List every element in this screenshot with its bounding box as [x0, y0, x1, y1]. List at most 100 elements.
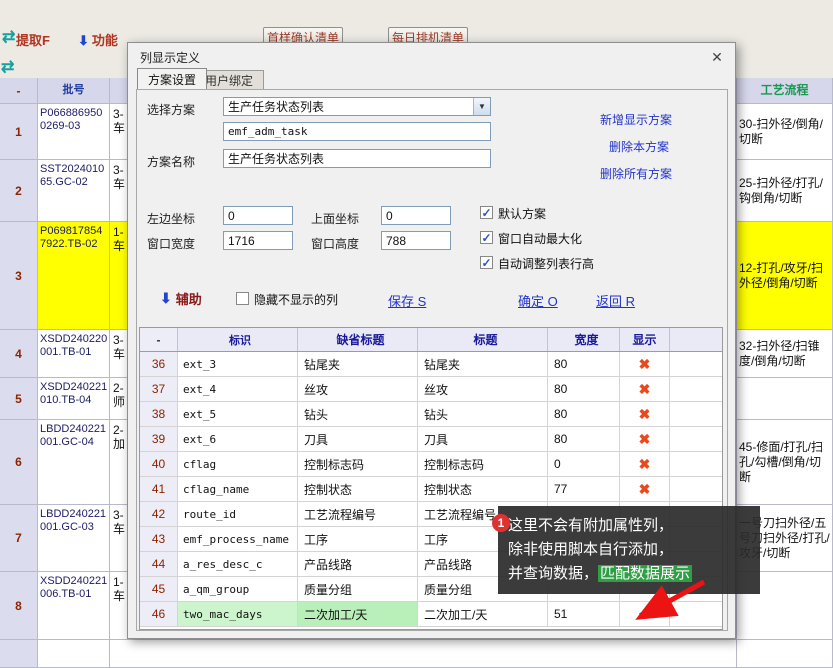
hide-hidden-columns-checkbox[interactable]: 隐藏不显示的列: [236, 291, 338, 308]
swap-icon[interactable]: ⇄: [2, 27, 15, 47]
grid-cell-id[interactable]: route_id: [178, 502, 298, 526]
grid-cell-default-title[interactable]: 钻尾夹: [298, 352, 418, 376]
grid-row[interactable]: 38 ext_5 钻头 钻头 80 ✖: [140, 402, 722, 427]
grid-cell-id[interactable]: a_qm_group: [178, 577, 298, 601]
auto-rowheight-checkbox[interactable]: ✓ 自动调整列表行高: [480, 255, 594, 272]
grid-cell-width[interactable]: 0: [548, 452, 620, 476]
left-coord-field[interactable]: 0: [223, 206, 293, 225]
grid-cell-default-title[interactable]: 钻头: [298, 402, 418, 426]
show-x-icon[interactable]: ✖: [620, 477, 670, 501]
scheme-name-field[interactable]: 生产任务状态列表: [223, 149, 491, 168]
auto-maximize-checkbox[interactable]: ✓ 窗口自动最大化: [480, 230, 582, 247]
function-button[interactable]: ⬇功能: [78, 30, 118, 49]
back-link[interactable]: 返回 R: [596, 291, 635, 310]
tab-scheme-settings[interactable]: 方案设置: [137, 68, 207, 89]
process-cell: [737, 378, 833, 419]
show-x-icon[interactable]: ✖: [620, 377, 670, 401]
grid-header-default-title[interactable]: 缺省标题: [298, 328, 418, 351]
grid-cell-width[interactable]: 51: [548, 602, 620, 626]
add-scheme-link[interactable]: 新增显示方案: [600, 111, 672, 128]
checkbox-check-icon: ✓: [480, 256, 493, 269]
show-x-icon[interactable]: ✖: [620, 452, 670, 476]
hide-hidden-columns-label: 隐藏不显示的列: [254, 291, 338, 308]
grid-cell-title[interactable]: 钻尾夹: [418, 352, 548, 376]
show-x-icon[interactable]: ✖: [620, 352, 670, 376]
grid-cell-width[interactable]: 80: [548, 402, 620, 426]
grid-cell-id[interactable]: emf_process_name: [178, 527, 298, 551]
grid-cell-title[interactable]: 控制状态: [418, 477, 548, 501]
grid-row[interactable]: 40 cflag 控制标志码 控制标志码 0 ✖: [140, 452, 722, 477]
splitter-icon[interactable]: ⇄: [1, 57, 14, 77]
chevron-down-icon[interactable]: ▼: [473, 98, 490, 115]
grid-row[interactable]: 39 ext_6 刀具 刀具 80 ✖: [140, 427, 722, 452]
header-process[interactable]: 工艺流程: [737, 78, 833, 103]
grid-header-width[interactable]: 宽度: [548, 328, 620, 351]
grid-cell-width[interactable]: 80: [548, 377, 620, 401]
grid-row-number: 41: [140, 477, 178, 501]
grid-cell-id[interactable]: ext_4: [178, 377, 298, 401]
ok-link[interactable]: 确定 O: [518, 291, 558, 310]
grid-cell-width[interactable]: 80: [548, 352, 620, 376]
show-x-icon[interactable]: ✖: [620, 427, 670, 451]
grid-cell-title[interactable]: 二次加工/天: [418, 602, 548, 626]
top-coord-field[interactable]: 0: [381, 206, 451, 225]
grid-cell-default-title[interactable]: 二次加工/天: [298, 602, 418, 626]
grid-cell-default-title[interactable]: 工序: [298, 527, 418, 551]
grid-header-id[interactable]: 标识: [178, 328, 298, 351]
grid-cell-default-title[interactable]: 工艺流程编号: [298, 502, 418, 526]
grid-cell-width[interactable]: 80: [548, 427, 620, 451]
grid-cell-default-title[interactable]: 控制标志码: [298, 452, 418, 476]
grid-header-title[interactable]: 标题: [418, 328, 548, 351]
extract-button[interactable]: 提取F: [16, 30, 50, 49]
grid-filler: [670, 452, 722, 476]
header-batch[interactable]: 批号: [38, 78, 110, 103]
grid-cell-default-title[interactable]: 产品线路: [298, 552, 418, 576]
grid-cell-default-title[interactable]: 质量分组: [298, 577, 418, 601]
grid-cell-default-title[interactable]: 丝攻: [298, 377, 418, 401]
grid-row[interactable]: 41 cflag_name 控制状态 控制状态 77 ✖: [140, 477, 722, 502]
close-icon[interactable]: ✕: [707, 47, 727, 67]
grid-cell-title[interactable]: 刀具: [418, 427, 548, 451]
grid-cell-id[interactable]: cflag: [178, 452, 298, 476]
auto-rowheight-label: 自动调整列表行高: [498, 255, 594, 272]
table-code-field[interactable]: emf_adm_task: [223, 122, 491, 141]
grid-cell-id[interactable]: ext_6: [178, 427, 298, 451]
down-arrow-icon: ⬇: [160, 290, 172, 307]
grid-row-number: 37: [140, 377, 178, 401]
window-height-field[interactable]: 788: [381, 231, 451, 250]
grid-header-show[interactable]: 显示: [620, 328, 670, 351]
grid-cell-id[interactable]: two_mac_days: [178, 602, 298, 626]
delete-scheme-link[interactable]: 删除本方案: [609, 138, 669, 155]
grid-cell-id[interactable]: ext_5: [178, 402, 298, 426]
grid-cell-default-title[interactable]: 控制状态: [298, 477, 418, 501]
grid-row-number: 45: [140, 577, 178, 601]
checkbox-empty-icon: [236, 292, 249, 305]
scheme-select-dropdown[interactable]: 生产任务状态列表 ▼: [223, 97, 491, 116]
show-x-icon[interactable]: ✖: [620, 402, 670, 426]
default-scheme-checkbox[interactable]: ✓ 默认方案: [480, 205, 546, 222]
auxiliary-button[interactable]: ⬇ 辅助: [160, 289, 202, 308]
grid-row[interactable]: 37 ext_4 丝攻 丝攻 80 ✖: [140, 377, 722, 402]
grid-filler: [670, 602, 722, 626]
checkbox-check-icon: ✓: [480, 206, 493, 219]
grid-row[interactable]: 36 ext_3 钻尾夹 钻尾夹 80 ✖: [140, 352, 722, 377]
grid-cell-title[interactable]: 控制标志码: [418, 452, 548, 476]
show-check-icon[interactable]: ✔: [620, 602, 670, 626]
grid-cell-id[interactable]: a_res_desc_c: [178, 552, 298, 576]
window-width-field[interactable]: 1716: [223, 231, 293, 250]
top-coord-label: 上面坐标: [311, 210, 359, 227]
process-cell: [737, 640, 833, 667]
grid-cell-width[interactable]: 77: [548, 477, 620, 501]
batch-cell: SST202401065.GC-02: [38, 160, 110, 221]
grid-cell-id[interactable]: cflag_name: [178, 477, 298, 501]
grid-row-selected[interactable]: 46 two_mac_days 二次加工/天 二次加工/天 51 ✔: [140, 602, 722, 627]
grid-cell-id[interactable]: ext_3: [178, 352, 298, 376]
delete-all-schemes-link[interactable]: 删除所有方案: [600, 165, 672, 182]
grid-cell-title[interactable]: 丝攻: [418, 377, 548, 401]
save-link[interactable]: 保存 S: [388, 291, 426, 310]
grid-header-filler: [670, 328, 722, 351]
grid-cell-default-title[interactable]: 刀具: [298, 427, 418, 451]
tooltip-line: 并查询数据，匹配数据展示: [508, 562, 750, 586]
batch-cell: P0698178547922.TB-02: [38, 222, 110, 329]
grid-cell-title[interactable]: 钻头: [418, 402, 548, 426]
